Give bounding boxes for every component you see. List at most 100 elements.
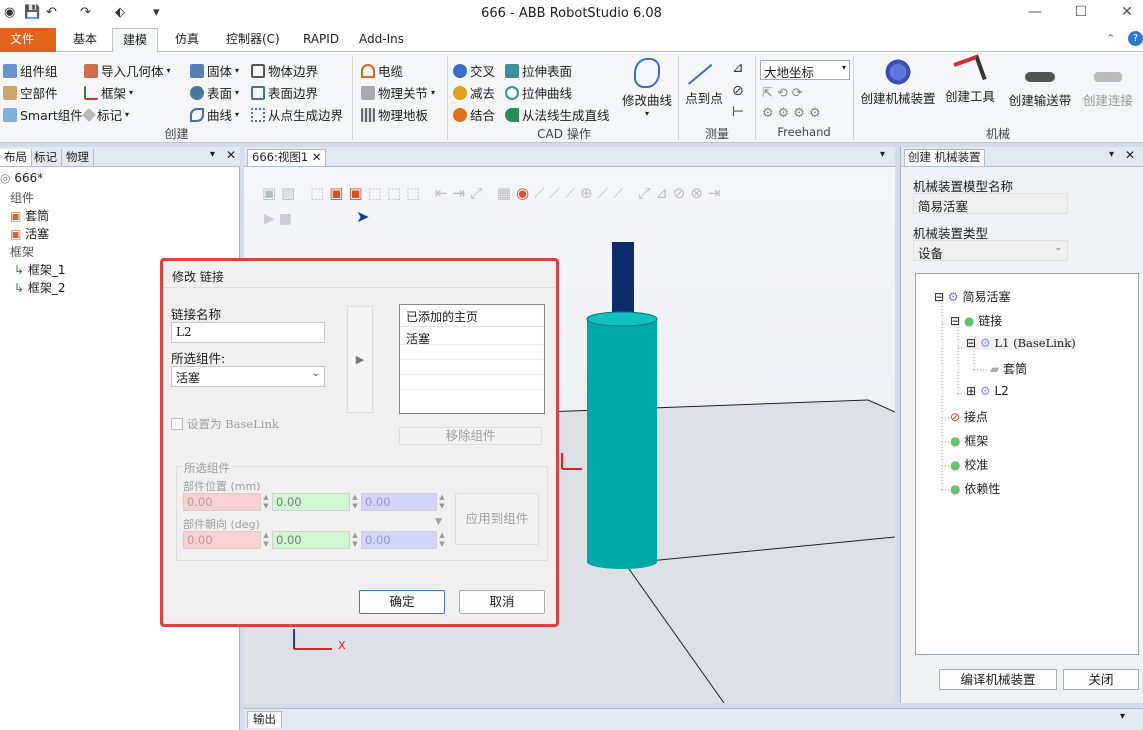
- orientation-z-input[interactable]: 0.00: [361, 531, 437, 549]
- subtract-button[interactable]: 减去: [453, 83, 495, 102]
- cable-button[interactable]: 电缆: [361, 61, 403, 80]
- spinner-arrows[interactable]: ▲ ▼: [438, 531, 446, 549]
- curve-button[interactable]: 曲线 ▾: [190, 105, 239, 124]
- panel-menu-icon[interactable]: ▾: [210, 149, 215, 160]
- intersect-button[interactable]: 交叉: [453, 61, 495, 80]
- tree-node-sleeve[interactable]: ▰ 套筒: [990, 360, 1027, 377]
- extrude-surface-button[interactable]: 拉伸表面: [505, 61, 572, 80]
- line-from-normal-button[interactable]: 从法线生成直线: [505, 105, 610, 124]
- import-geometry-button[interactable]: 导入几何体 ▾: [84, 61, 171, 80]
- close-icon[interactable]: ✕: [1125, 148, 1135, 162]
- tree-node-dependencies[interactable]: ● 依赖性: [950, 480, 1000, 497]
- tree-node-l2[interactable]: ⊞ ⚙ L2: [966, 384, 1009, 398]
- position-y-input[interactable]: 0.00: [272, 493, 350, 511]
- freehand-move-icons[interactable]: ⇱⟲⟳: [762, 86, 807, 101]
- spinner-arrows[interactable]: ▲ ▼: [351, 493, 359, 511]
- tab-file[interactable]: 文件 (F): [0, 28, 56, 68]
- help-icon[interactable]: ?: [1128, 31, 1143, 46]
- collapse-ribbon-icon[interactable]: ⌃: [1106, 32, 1115, 45]
- panel-menu-icon[interactable]: ▾: [1109, 149, 1114, 160]
- point-to-point-button[interactable]: 点到点: [680, 58, 728, 107]
- spinner-arrows[interactable]: ▲ ▼: [262, 531, 270, 549]
- tree-item-sleeve[interactable]: ▣ 套筒: [10, 207, 49, 224]
- create-conveyor-button[interactable]: 创建输送带: [1006, 58, 1074, 109]
- orientation-x-input[interactable]: 0.00: [183, 531, 261, 549]
- create-connection-button[interactable]: 创建连接: [1078, 58, 1138, 109]
- tree-node-l1[interactable]: ⊟ ⚙ L1 (BaseLink): [966, 336, 1076, 350]
- apply-to-part-button[interactable]: 应用到组件: [455, 493, 539, 545]
- link-name-input[interactable]: L2: [171, 322, 325, 343]
- view-toolbar[interactable]: ▣▨ ⬚▣▣⬚⬚⬚ ⇤⇥⤢ ▦◉⟋⟋⟋⊕⟋⟋ ⤢⊿⊘⊗⇥: [262, 184, 726, 202]
- spinner-arrows[interactable]: ▲ ▼: [262, 493, 270, 511]
- compile-mechanism-button[interactable]: 编译机械装置: [939, 669, 1057, 690]
- tree-node-links[interactable]: ⊟ ● 链接: [950, 312, 1002, 329]
- tree-root[interactable]: ◎ 666*: [0, 171, 43, 185]
- panel-menu-icon[interactable]: ▾: [880, 149, 885, 160]
- distance-icon[interactable]: ⊢: [732, 104, 744, 120]
- list-item[interactable]: 活塞: [400, 327, 544, 346]
- simulation-controls[interactable]: ▶■: [264, 211, 296, 227]
- union-button[interactable]: 结合: [453, 105, 495, 124]
- spinner-arrows[interactable]: ▲ ▼: [438, 493, 446, 511]
- modify-curve-button[interactable]: 修改曲线 ▾: [618, 58, 676, 118]
- position-x-input[interactable]: 0.00: [183, 493, 261, 511]
- create-mechanism-button[interactable]: 创建机械装置: [858, 58, 938, 107]
- tab-create-mechanism[interactable]: 创建 机械装置: [904, 149, 985, 166]
- close-icon[interactable]: ✕: [312, 150, 322, 164]
- orientation-y-input[interactable]: 0.00: [272, 531, 350, 549]
- spinner-arrows[interactable]: ▲ ▼: [351, 531, 359, 549]
- added-parts-list[interactable]: 已添加的主页 活塞: [399, 304, 545, 414]
- tree-item-frame2[interactable]: ↳ 框架_2: [14, 279, 66, 296]
- tree-item-frame1[interactable]: ↳ 框架_1: [14, 261, 66, 278]
- reference-dropdown[interactable]: 大地坐标 ▾: [760, 60, 850, 80]
- surface-boundary-button[interactable]: 表面边界: [251, 83, 318, 102]
- expand-icon[interactable]: ▼: [435, 517, 442, 527]
- extrude-curve-button[interactable]: 拉伸曲线: [505, 83, 572, 102]
- tab-rapid[interactable]: RAPID: [293, 28, 349, 52]
- physics-joint-button[interactable]: 物理关节 ▾: [361, 83, 435, 102]
- tree-node-joints[interactable]: ⊘ 接点: [950, 408, 988, 425]
- tag-button[interactable]: 标记 ▾: [81, 105, 129, 124]
- tab-tags[interactable]: 标记: [30, 149, 62, 166]
- frame-button[interactable]: 框架 ▾: [84, 83, 133, 102]
- tab-layout[interactable]: 布局: [0, 149, 32, 166]
- component-group-button[interactable]: 组件组: [3, 61, 58, 80]
- tree-node-calibration[interactable]: ● 校准: [950, 456, 988, 473]
- solid-button[interactable]: 固体 ▾: [190, 61, 239, 80]
- maximize-button[interactable]: ☐: [1066, 4, 1096, 20]
- smart-component-button[interactable]: Smart组件: [3, 105, 83, 124]
- create-tool-button[interactable]: 创建工具: [942, 54, 998, 105]
- surface-button[interactable]: 表面 ▾: [190, 83, 239, 102]
- boundary-from-points-button[interactable]: 从点生成边界: [251, 105, 343, 124]
- angle-icon[interactable]: ⊿: [732, 60, 744, 76]
- close-icon[interactable]: ✕: [226, 148, 236, 162]
- close-panel-button[interactable]: 关闭: [1063, 669, 1139, 690]
- tab-modeling[interactable]: 建模: [112, 28, 159, 53]
- empty-part-button[interactable]: 空部件: [3, 83, 58, 102]
- panel-menu-icon[interactable]: ▾: [1120, 711, 1125, 722]
- physics-floor-button[interactable]: 物理地板: [361, 105, 428, 124]
- mechanism-type-select[interactable]: 设备 ⌄: [913, 240, 1068, 261]
- close-button[interactable]: ✕: [1112, 4, 1142, 20]
- cancel-button[interactable]: 取消: [459, 590, 545, 614]
- tree-item-piston[interactable]: ▣ 活塞: [10, 225, 49, 242]
- tab-controller[interactable]: 控制器(C): [216, 28, 290, 52]
- tab-simulation[interactable]: 仿真: [165, 28, 209, 52]
- tab-basic[interactable]: 基本: [63, 28, 107, 52]
- minimize-button[interactable]: —: [1020, 4, 1050, 20]
- tab-view1[interactable]: 666:视图1 ✕: [247, 149, 327, 166]
- tab-addins[interactable]: Add-Ins: [349, 28, 414, 52]
- body-boundary-button[interactable]: 物体边界: [251, 61, 318, 80]
- tab-physics[interactable]: 物理: [62, 149, 94, 166]
- diameter-icon[interactable]: ⊘: [732, 83, 744, 99]
- position-z-input[interactable]: 0.00: [361, 493, 437, 511]
- selected-part-select[interactable]: 活塞 ⌄: [171, 366, 325, 387]
- freehand-joint-icons[interactable]: ⚙⚙⚙⚙: [762, 106, 825, 121]
- ok-button[interactable]: 确定: [359, 590, 445, 614]
- tree-node-frames[interactable]: ● 框架: [950, 432, 988, 449]
- tab-output[interactable]: 输出: [247, 711, 282, 728]
- add-part-button[interactable]: ▶: [347, 306, 373, 413]
- remove-part-button[interactable]: 移除组件: [399, 427, 542, 445]
- set-baselink-checkbox[interactable]: 设置为 BaseLink: [171, 416, 279, 432]
- mechanism-tree[interactable]: ⊟ ⚙ 简易活塞 ⊟ ● 链接 ⊟ ⚙ L1 (BaseLink) ▰ 套筒 ⊞…: [915, 273, 1139, 655]
